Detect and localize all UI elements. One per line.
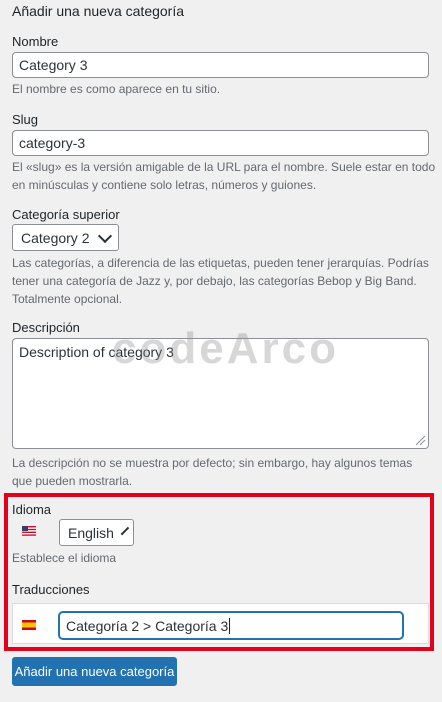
name-input[interactable]: Category 3 (12, 52, 429, 78)
description-textarea[interactable]: Description of category 3 (12, 338, 429, 449)
add-category-button[interactable]: Añadir una nueva categoría (12, 657, 177, 686)
parent-category-label: Categoría superior (12, 207, 120, 222)
slug-label: Slug (12, 112, 39, 127)
parent-hint-line-3: Totalmente opcional. (12, 292, 123, 306)
translations-label: Traducciones (12, 582, 90, 597)
slug-input-value: category-3 (19, 135, 86, 151)
chevron-down-icon (120, 526, 130, 535)
language-select[interactable]: English (59, 519, 134, 546)
language-hint: Establece el idioma (12, 551, 117, 565)
slug-hint-line-2: en minúsculas y contiene solo letras, nú… (12, 178, 317, 192)
name-label: Nombre (12, 34, 59, 49)
description-label: Descripción (12, 320, 80, 335)
language-label: Idioma (12, 502, 52, 517)
resize-handle-icon[interactable] (414, 434, 426, 446)
chevron-down-icon (97, 228, 113, 243)
parent-hint-line-2: tener una categoría de Jazz y, por debaj… (12, 274, 417, 288)
description-hint-line-2: que pueden mostrarla. (12, 474, 133, 488)
parent-category-value: Category 2 (21, 229, 90, 246)
parent-hint-line-1: Las categorías, a diferencia de las etiq… (12, 256, 429, 270)
slug-input[interactable]: category-3 (12, 130, 429, 156)
name-input-value: Category 3 (19, 57, 88, 73)
name-hint: El nombre es como aparece en tu sitio. (12, 82, 221, 96)
page-title: Añadir una nueva categoría (12, 3, 185, 19)
translation-value: Categoría 2 > Categoría 3 (66, 617, 229, 634)
description-hint-line-1: La descripción no se muestra por defecto… (12, 456, 413, 470)
slug-hint-line-1: El «slug» es la versión amigable de la U… (12, 160, 436, 174)
es-flag-icon (22, 620, 36, 630)
language-value: English (68, 524, 114, 541)
parent-category-select[interactable]: Category 2 (12, 224, 119, 251)
us-flag-icon (22, 526, 36, 536)
description-text: Description of category 3 (19, 344, 174, 360)
translation-input[interactable]: Categoría 2 > Categoría 3 (59, 612, 403, 639)
text-cursor (229, 617, 231, 634)
